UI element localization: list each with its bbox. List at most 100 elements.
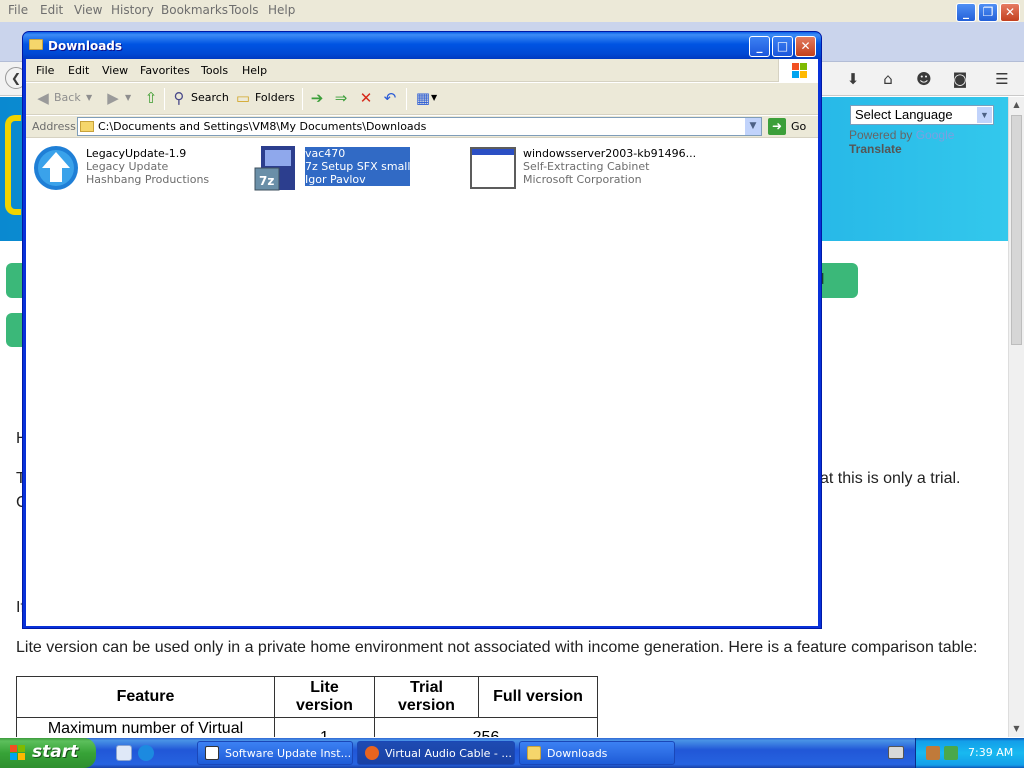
window-icon bbox=[205, 746, 219, 760]
close-button[interactable]: ✕ bbox=[795, 36, 816, 57]
table-header: Trial version bbox=[374, 676, 479, 718]
back-dropdown-icon[interactable]: ▼ bbox=[86, 93, 92, 102]
ff-menu-tools[interactable]: Tools bbox=[229, 3, 259, 17]
ff-minimize-button[interactable]: _ bbox=[956, 3, 976, 22]
start-label: start bbox=[32, 742, 79, 762]
tray-app-icon[interactable] bbox=[926, 746, 940, 760]
file-company: Igor Pavlov bbox=[305, 173, 411, 186]
menu-view[interactable]: View bbox=[102, 64, 128, 77]
go-arrow-icon[interactable]: ➜ bbox=[768, 118, 786, 135]
menu-tools[interactable]: Tools bbox=[201, 64, 228, 77]
menu-favorites[interactable]: Favorites bbox=[140, 64, 190, 77]
hamburger-menu-icon[interactable]: ☰ bbox=[991, 69, 1013, 89]
views-icon[interactable]: ▦ bbox=[414, 89, 432, 107]
forward-arrow-icon[interactable]: ▶ bbox=[104, 89, 122, 107]
system-tray: 7:39 AM bbox=[915, 738, 1024, 768]
address-input[interactable]: C:\Documents and Settings\VM8\My Documen… bbox=[77, 117, 762, 136]
list-item[interactable]: LegacyUpdate-1.9 Legacy Update Hashbang … bbox=[32, 144, 252, 196]
application-window-icon bbox=[469, 144, 517, 192]
table-header: Lite version bbox=[274, 676, 375, 718]
table-header: Full version bbox=[478, 676, 598, 718]
table-header: Feature bbox=[16, 676, 275, 718]
views-dropdown-icon[interactable]: ▼ bbox=[431, 93, 437, 102]
folders-icon[interactable]: ▭ bbox=[234, 89, 252, 107]
ff-close-button[interactable]: ✕ bbox=[1000, 3, 1020, 22]
explorer-window: Downloads _ □ ✕ File Edit View Favorites… bbox=[22, 31, 822, 629]
ff-restore-button[interactable]: ❐ bbox=[978, 3, 998, 22]
search-button[interactable]: Search bbox=[191, 91, 229, 104]
delete-icon[interactable]: ✕ bbox=[357, 89, 375, 107]
task-downloads[interactable]: Downloads bbox=[519, 741, 675, 765]
keyboard-icon[interactable] bbox=[888, 746, 904, 759]
start-button[interactable]: start bbox=[0, 738, 96, 768]
go-button[interactable]: Go bbox=[791, 120, 806, 133]
copy-to-icon[interactable]: ⇒ bbox=[332, 89, 350, 107]
list-item[interactable]: 7z vac470 7z Setup SFX small Igor Pavlov bbox=[251, 144, 471, 196]
7zip-archive-icon: 7z bbox=[251, 144, 299, 192]
firefox-icon bbox=[365, 746, 379, 760]
task-software-update[interactable]: Software Update Inst... bbox=[197, 741, 353, 765]
toolbar-separator bbox=[164, 88, 165, 110]
address-bar: Address C:\Documents and Settings\VM8\My… bbox=[26, 116, 818, 138]
lite-version-text: Lite version can be used only in a priva… bbox=[16, 639, 978, 656]
task-virtual-audio-cable[interactable]: Virtual Audio Cable - ... bbox=[357, 741, 515, 765]
address-label: Address bbox=[32, 120, 76, 133]
taskbar: start Software Update Inst... Virtual Au… bbox=[0, 738, 1024, 768]
chevron-down-icon[interactable]: ▼ bbox=[745, 118, 761, 135]
task-label: Software Update Inst... bbox=[225, 747, 352, 760]
menu-file[interactable]: File bbox=[36, 64, 54, 77]
back-arrow-icon[interactable]: ◀ bbox=[34, 89, 52, 107]
file-name: vac470 bbox=[305, 147, 411, 160]
move-to-icon[interactable]: ➔ bbox=[308, 89, 326, 107]
scroll-up-icon[interactable]: ▲ bbox=[1009, 97, 1024, 113]
table-header-row: Feature Lite version Trial version Full … bbox=[16, 676, 598, 718]
svg-text:7z: 7z bbox=[259, 174, 274, 188]
folders-button[interactable]: Folders bbox=[255, 91, 295, 104]
language-select[interactable]: Select Language ▼ bbox=[850, 105, 994, 125]
scroll-down-icon[interactable]: ▼ bbox=[1009, 721, 1024, 737]
ff-menu-view[interactable]: View bbox=[74, 3, 102, 17]
ff-menu-bookmarks[interactable]: Bookmarks bbox=[161, 3, 228, 17]
window-title: Downloads bbox=[48, 39, 123, 53]
file-description: Self-Extracting Cabinet bbox=[523, 160, 650, 173]
list-item[interactable]: windowsserver2003-kb91496... Self-Extrac… bbox=[469, 144, 696, 196]
file-label: vac470 7z Setup SFX small Igor Pavlov bbox=[305, 147, 411, 186]
minimize-button[interactable]: _ bbox=[749, 36, 770, 57]
smiley-icon[interactable]: ☻ bbox=[913, 69, 935, 89]
trial-notice-text: at this is only a trial. bbox=[820, 470, 961, 487]
explorer-titlebar[interactable]: Downloads _ □ ✕ bbox=[23, 32, 821, 59]
table-cell: 1 bbox=[274, 717, 375, 737]
folder-icon bbox=[527, 746, 541, 760]
maximize-button[interactable]: □ bbox=[772, 36, 793, 57]
undo-icon[interactable]: ↶ bbox=[381, 89, 399, 107]
task-label: Virtual Audio Cable - ... bbox=[385, 747, 512, 760]
page-scrollbar[interactable]: ▲ ▼ bbox=[1008, 97, 1024, 737]
menu-edit[interactable]: Edit bbox=[68, 64, 89, 77]
search-icon[interactable]: ⚲ bbox=[170, 89, 188, 107]
table-cell: Maximum number of Virtual Cables bbox=[16, 717, 275, 737]
scrollbar-thumb[interactable] bbox=[1011, 115, 1022, 345]
show-desktop-icon[interactable] bbox=[116, 745, 132, 761]
translate-link[interactable]: Translate bbox=[849, 142, 902, 156]
task-label: Downloads bbox=[547, 747, 608, 760]
tray-network-icon[interactable] bbox=[944, 746, 958, 760]
download-icon[interactable]: ⬇ bbox=[842, 69, 864, 89]
legacy-update-icon bbox=[32, 144, 80, 192]
file-description: Legacy Update bbox=[86, 160, 169, 173]
file-company: Microsoft Corporation bbox=[523, 173, 642, 186]
up-folder-icon[interactable]: ⇧ bbox=[142, 89, 160, 107]
menu-help[interactable]: Help bbox=[242, 64, 267, 77]
ff-menu-help[interactable]: Help bbox=[268, 3, 295, 17]
explorer-menubar: File Edit View Favorites Tools Help bbox=[26, 59, 818, 82]
back-button[interactable]: Back bbox=[54, 91, 81, 104]
file-company: Hashbang Productions bbox=[86, 173, 210, 186]
internet-explorer-icon[interactable] bbox=[138, 745, 154, 761]
ff-menu-edit[interactable]: Edit bbox=[40, 3, 63, 17]
ff-menu-history[interactable]: History bbox=[111, 3, 154, 17]
ff-menu-file[interactable]: File bbox=[8, 3, 28, 17]
file-description: 7z Setup SFX small bbox=[305, 160, 411, 173]
address-path: C:\Documents and Settings\VM8\My Documen… bbox=[98, 120, 427, 133]
forward-dropdown-icon[interactable]: ▼ bbox=[125, 93, 131, 102]
home-icon[interactable]: ⌂ bbox=[877, 69, 899, 89]
pocket-icon[interactable]: ◙ bbox=[949, 69, 971, 89]
